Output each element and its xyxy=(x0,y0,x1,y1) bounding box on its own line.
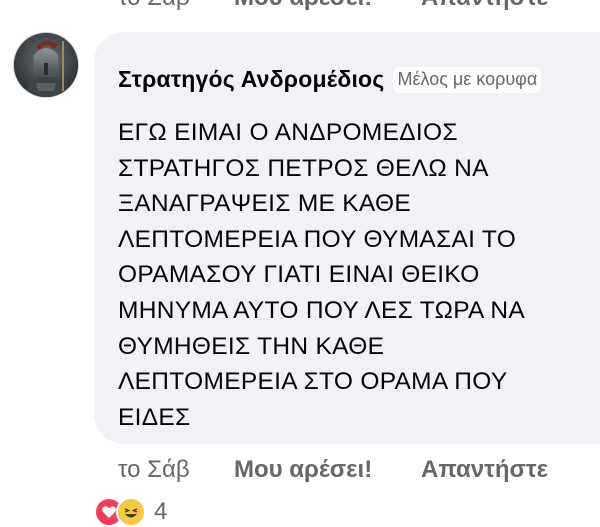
comment-actions: το Σάβ Μου αρέσει! Απαντήστε xyxy=(0,456,600,488)
comment-header: Στρατηγός Ανδρομέδιος Μέλος με κορυφα xyxy=(118,66,542,93)
warrior-avatar-icon xyxy=(14,33,78,97)
previous-comment-like-button[interactable]: Μου αρέσει! xyxy=(234,0,372,12)
comment-timestamp[interactable]: το Σάβ xyxy=(118,456,190,484)
comment-bubble: Στρατηγός Ανδρομέδιος Μέλος με κορυφα ΕΓ… xyxy=(94,32,600,444)
comment-text-line: ΘΥΜΗΘΕΙΣ ΤΗΝ ΚΑΘΕ xyxy=(118,332,385,360)
comment-text-line: ΕΙΔΕΣ xyxy=(118,403,191,431)
like-button[interactable]: Μου αρέσει! xyxy=(234,456,372,484)
comment-text-line: ΕΓΩ ΕΙΜΑΙ Ο ΑΝΔΡΟΜΕΔΙΟΣ xyxy=(118,119,458,146)
author-badge[interactable]: Μέλος με κορυφα xyxy=(393,66,542,93)
comment-text-line: ΣΤΡΑΤΗΓΟΣ ΠΕΤΡΟΣ ΘΕΛΩ ΝΑ xyxy=(118,154,489,182)
comment-body: ΕΓΩ ΕΙΜΑΙ Ο ΑΝΔΡΟΜΕΔΙΟΣ ΣΤΡΑΤΗΓΟΣ ΠΕΤΡΟΣ… xyxy=(118,115,588,435)
previous-comment-actions: το Σάβ Μου αρέσει! Απαντήστε xyxy=(0,0,600,12)
comment-text-line: ΛΕΠΤΟΜΕΡΕΙΑ ΣΤΟ ΟΡΑΜΑ ΠΟΥ xyxy=(118,368,508,396)
comment-text-line: ΜΗΝΥΜΑ ΑΥΤΟ ΠΟΥ ΛΕΣ ΤΩΡΑ ΝΑ xyxy=(118,296,526,324)
previous-comment-timestamp[interactable]: το Σάβ xyxy=(118,0,190,12)
reactions-summary[interactable]: 4 xyxy=(94,497,167,527)
author-avatar[interactable] xyxy=(14,33,78,97)
comment-author-name[interactable]: Στρατηγός Ανδρομέδιος xyxy=(118,66,384,93)
comment-text-line: ΛΕΠΤΟΜΕΡΕΙΑ ΠΟΥ ΘΥΜΑΣΑΙ ΤΟ xyxy=(118,225,517,253)
previous-comment-reply-button[interactable]: Απαντήστε xyxy=(421,0,548,12)
reply-button[interactable]: Απαντήστε xyxy=(421,456,548,484)
haha-reaction-icon xyxy=(116,497,146,527)
comment-text-line: ΟΡΑΜΑΣΟΥ ΓΙΑΤΙ ΕΙΝΑΙ ΘΕΙΚΟ xyxy=(118,261,480,289)
reaction-count: 4 xyxy=(154,498,168,525)
comment-text-line: ΞΑΝΑΓΡΑΨΕΙΣ ΜΕ ΚΑΘΕ xyxy=(118,190,412,218)
